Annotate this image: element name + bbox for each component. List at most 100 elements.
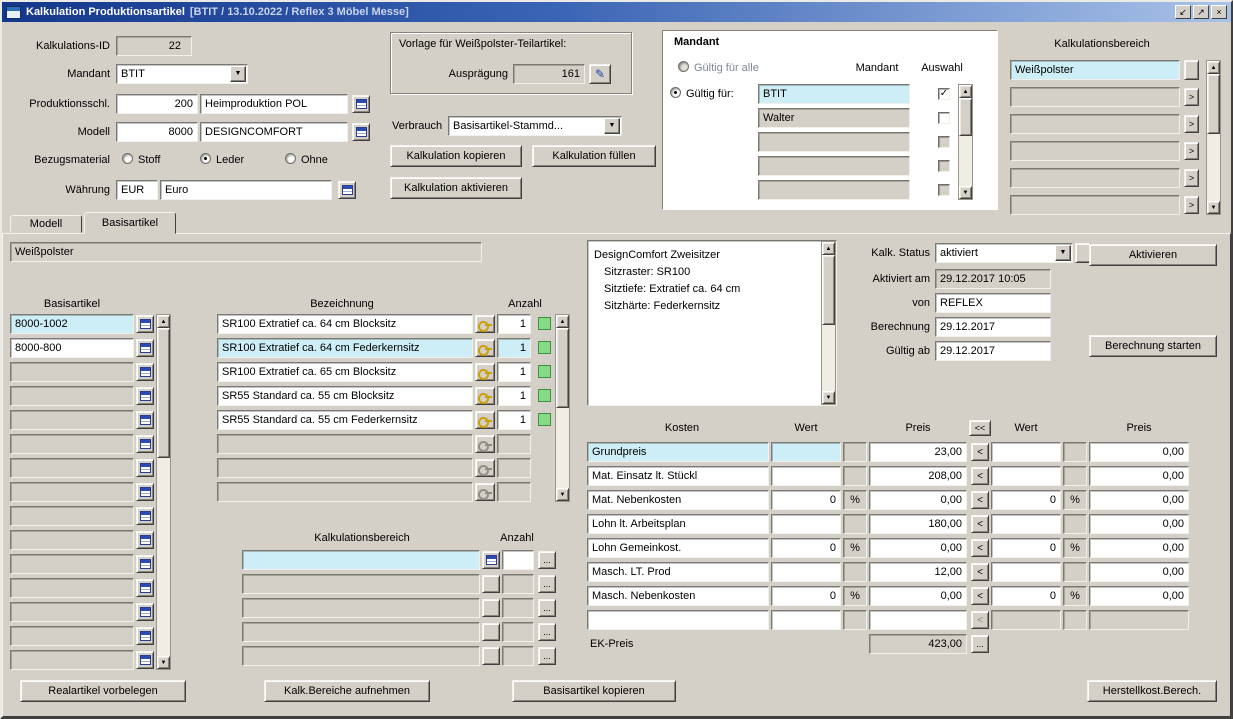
preis-rechts-field[interactable]: 0,00 xyxy=(1089,490,1189,510)
basisartikel-lov-button[interactable] xyxy=(136,363,154,381)
auswahl-checkbox[interactable]: ✓ xyxy=(938,88,950,100)
kalkulation-kopieren-button[interactable]: Kalkulation kopieren xyxy=(390,145,522,167)
auspraegung-edit-button[interactable]: ✎ xyxy=(589,64,611,84)
wert-links-field[interactable] xyxy=(771,466,841,486)
basisartikel-lov-button[interactable] xyxy=(136,387,154,405)
transfer-row-button[interactable]: < xyxy=(971,515,989,533)
preis-links-field[interactable]: 0,00 xyxy=(869,586,967,606)
basisartikel-lov-button[interactable] xyxy=(136,555,154,573)
anzahl-field[interactable]: 1 xyxy=(497,410,531,430)
bereich-row-select-button[interactable]: > xyxy=(1184,88,1199,106)
preis-rechts-field[interactable]: 0,00 xyxy=(1089,466,1189,486)
kalkbereich-lov-button[interactable] xyxy=(482,551,500,569)
wert-rechts-field[interactable] xyxy=(991,442,1061,462)
ohne-radio[interactable] xyxy=(285,153,296,164)
basisartikel-lov-button[interactable] xyxy=(136,411,154,429)
transfer-all-button[interactable]: << xyxy=(969,420,991,436)
mandant-row-field[interactable]: BTIT xyxy=(758,84,910,104)
preis-links-field[interactable] xyxy=(869,610,967,630)
basisartikel-lov-button[interactable] xyxy=(136,651,154,669)
scroll-thumb[interactable] xyxy=(556,328,569,408)
mandant-scrollbar[interactable]: ▲ ▼ xyxy=(958,84,973,200)
close-icon[interactable]: × xyxy=(1211,5,1227,19)
kosten-name-field[interactable]: Lohn Gemeinkost. xyxy=(587,538,769,558)
basisartikel-lov-button[interactable] xyxy=(136,459,154,477)
scroll-thumb[interactable] xyxy=(1207,74,1220,134)
stoff-radio[interactable] xyxy=(122,153,133,164)
auswahl-checkbox[interactable] xyxy=(938,112,950,124)
berechnung-starten-button[interactable]: Berechnung starten xyxy=(1089,335,1217,357)
von-field[interactable]: REFLEX xyxy=(935,293,1051,313)
key-button[interactable] xyxy=(475,387,495,405)
modell-lov-button[interactable] xyxy=(352,123,370,141)
kalk-status-dropdown-button[interactable]: ▼ xyxy=(1055,245,1071,261)
wert-links-field[interactable] xyxy=(771,610,841,630)
basisartikel-lov-button[interactable] xyxy=(136,627,154,645)
kalkulation-fuellen-button[interactable]: Kalkulation füllen xyxy=(532,145,656,167)
scroll-thumb[interactable] xyxy=(959,98,972,136)
preis-links-field[interactable]: 208,00 xyxy=(869,466,967,486)
bezeichnung-field[interactable]: SR100 Extratief ca. 65 cm Blocksitz xyxy=(217,362,473,382)
bereich-row-select-button[interactable]: > xyxy=(1184,115,1199,133)
produktionsschl-lov-button[interactable] xyxy=(352,95,370,113)
artikel-beschreibung[interactable]: DesignComfort Zweisitzer Sitzraster: SR1… xyxy=(587,240,837,406)
kalkulation-aktivieren-button[interactable]: Kalkulation aktivieren xyxy=(390,177,522,199)
verbrauch-dropdown-button[interactable]: ▼ xyxy=(604,118,620,134)
wert-rechts-field[interactable]: 0 xyxy=(991,586,1061,606)
preis-links-field[interactable]: 180,00 xyxy=(869,514,967,534)
transfer-row-button[interactable]: < xyxy=(971,539,989,557)
key-button[interactable] xyxy=(475,315,495,333)
gueltig-fuer-radio[interactable] xyxy=(670,87,681,98)
basisartikel-field[interactable]: 8000-1002 xyxy=(10,314,134,334)
anzahl-field[interactable]: 1 xyxy=(497,314,531,334)
leder-radio[interactable] xyxy=(200,153,211,164)
key-button[interactable] xyxy=(475,363,495,381)
wert-rechts-field[interactable] xyxy=(991,562,1061,582)
waehrung-name-field[interactable]: Euro xyxy=(160,180,332,200)
anzahl-field[interactable]: 1 xyxy=(497,338,531,358)
transfer-row-button[interactable]: < xyxy=(971,467,989,485)
wert-rechts-field[interactable]: 0 xyxy=(991,490,1061,510)
waehrung-lov-button[interactable] xyxy=(338,181,356,199)
wert-rechts-field[interactable] xyxy=(991,466,1061,486)
kalkbereich-more-button[interactable]: ... xyxy=(538,575,556,593)
wert-links-field[interactable] xyxy=(771,562,841,582)
maximize-window-icon[interactable]: ↗ xyxy=(1193,5,1209,19)
preis-links-field[interactable]: 0,00 xyxy=(869,538,967,558)
scroll-thumb[interactable] xyxy=(157,328,170,458)
transfer-row-button[interactable]: < xyxy=(971,587,989,605)
preis-rechts-field[interactable]: 0,00 xyxy=(1089,442,1189,462)
bezeichnung-field[interactable]: SR55 Standard ca. 55 cm Blocksitz xyxy=(217,386,473,406)
basisartikel-field[interactable]: 8000-800 xyxy=(10,338,134,358)
modell-name-field[interactable]: DESIGNCOMFORT xyxy=(200,122,348,142)
berechnung-field[interactable]: 29.12.2017 xyxy=(935,317,1051,337)
scroll-up-button[interactable]: ▲ xyxy=(556,315,569,328)
kalkbereich-more-button[interactable]: ... xyxy=(538,551,556,569)
preis-rechts-field[interactable]: 0,00 xyxy=(1089,586,1189,606)
kosten-name-field[interactable] xyxy=(587,610,769,630)
realartikel-vorbelegen-button[interactable]: Realartikel vorbelegen xyxy=(20,680,186,702)
wert-rechts-field[interactable]: 0 xyxy=(991,538,1061,558)
bereich-row-button[interactable] xyxy=(1184,60,1199,80)
preis-links-field[interactable]: 0,00 xyxy=(869,490,967,510)
key-button[interactable] xyxy=(475,339,495,357)
scroll-down-button[interactable]: ▼ xyxy=(959,186,972,199)
bezeichnung-field[interactable]: SR55 Standard ca. 55 cm Federkernsitz xyxy=(217,410,473,430)
basisartikel-lov-button[interactable] xyxy=(136,315,154,333)
preis-rechts-field[interactable]: 0,00 xyxy=(1089,562,1189,582)
kosten-name-field[interactable]: Masch. LT. Prod xyxy=(587,562,769,582)
kalkbereich-more-button[interactable]: ... xyxy=(538,647,556,665)
scroll-down-button[interactable]: ▼ xyxy=(1207,201,1220,214)
produktionsschl-nr-field[interactable]: 200 xyxy=(116,94,198,114)
scroll-thumb[interactable] xyxy=(822,255,835,325)
kosten-name-field[interactable]: Masch. Nebenkosten xyxy=(587,586,769,606)
ek-preis-more-button[interactable]: ... xyxy=(971,635,989,653)
preis-rechts-field[interactable]: 0,00 xyxy=(1089,514,1189,534)
gueltig-ab-field[interactable]: 29.12.2017 xyxy=(935,341,1051,361)
modell-nr-field[interactable]: 8000 xyxy=(116,122,198,142)
basisartikel-lov-button[interactable] xyxy=(136,579,154,597)
preis-rechts-field[interactable]: 0,00 xyxy=(1089,538,1189,558)
bezeichnung-field[interactable]: SR100 Extratief ca. 64 cm Blocksitz xyxy=(217,314,473,334)
aktivieren-button[interactable]: Aktivieren xyxy=(1089,244,1217,266)
wert-links-field[interactable]: 0 xyxy=(771,586,841,606)
